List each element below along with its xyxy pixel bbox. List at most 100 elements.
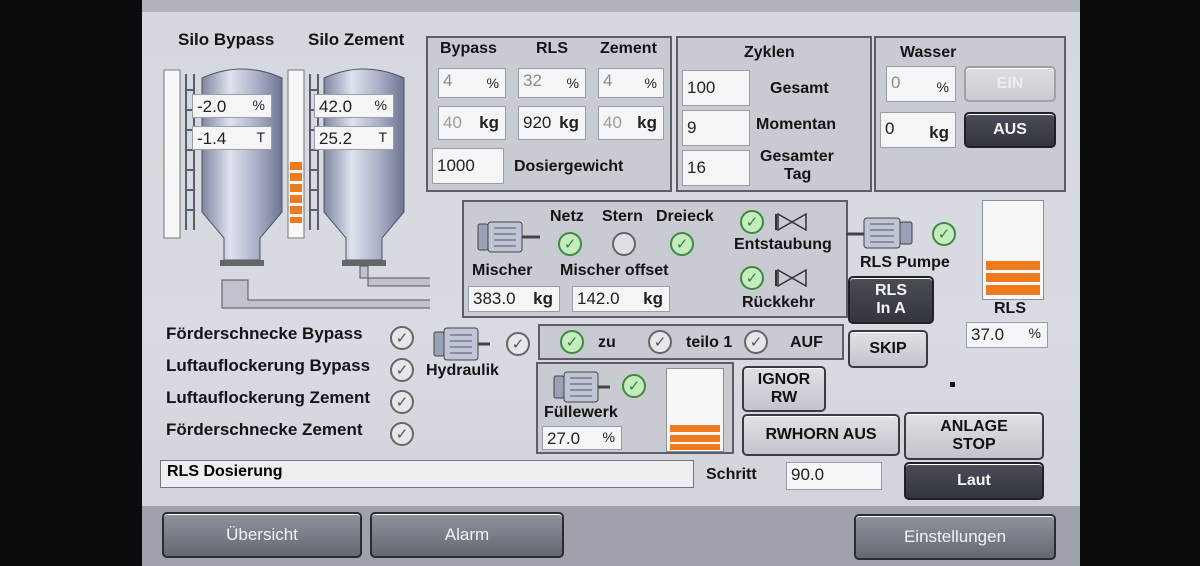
skip-button[interactable]: SKIP [848,330,928,368]
conveyor-check-icon-1: ✓ [390,358,414,382]
zyklen-momentan-value: 9 [682,110,750,146]
mischer-panel: Netz Stern Dreieck ✓ ✓ ✓ Entstaubung Mis… [462,200,848,318]
auf-check-icon: ✓ [744,330,768,354]
zyklen-panel: Zyklen 100 Gesamt 9 Momentan 16 Gesamter… [676,36,872,192]
dosing-header-bypass: Bypass [440,40,497,57]
zyklen-tag-label-2: Tag [784,166,812,183]
teilo-check-icon: ✓ [648,330,672,354]
wasser-ein-button[interactable]: EIN [964,66,1056,102]
conveyor-label-1: Luftauflockerung Bypass [166,356,371,375]
silo-zement-tons: 25.2 T [314,126,394,150]
rueckkehr-valve-icon [775,268,807,288]
conveyor-check-icon-2: ✓ [390,390,414,414]
dosiergewicht-label: Dosiergewicht [514,158,624,175]
rls-in-a-label-1: RLS [875,282,907,299]
zyklen-tag-value: 16 [682,150,750,186]
status-text: RLS Dosierung [160,460,694,488]
fuellwerk-label: Füllewerk [544,404,618,421]
indicator-dot [950,382,955,387]
bypass-percent-input[interactable]: 4% [438,68,506,98]
zyklen-gesamt-value: 100 [682,70,750,106]
fuellwerk-percent: 27.0% [542,426,622,450]
hmi-screen: Silo Bypass Silo Zement -2.0 % -1.4 T 42… [142,0,1080,566]
mischer-label: Mischer [472,262,533,279]
mischer-offset-weight: 142.0 kg [572,286,670,312]
conveyor-check-icon-3: ✓ [390,422,414,446]
wasser-aus-button[interactable]: AUS [964,112,1056,148]
rls-level-bar [982,200,1044,300]
conveyor-label-0: Förderschnecke Bypass [166,324,363,343]
netz-label: Netz [550,208,584,225]
rls-kg-readout: 920 kg [518,106,586,140]
dosiergewicht-input[interactable]: 1000 [432,148,504,184]
rls-percent: 37.0% [966,322,1048,348]
silo-zement-percent: 42.0% [314,94,394,118]
hydraulik-label: Hydraulik [426,362,499,379]
zyklen-tag-label-1: Gesamter [760,148,834,165]
entstaubung-check-icon: ✓ [740,210,764,234]
conveyor-check-icon-0: ✓ [390,326,414,350]
mischer-weight: 383.0 kg [468,286,560,312]
wasser-panel: Wasser 0% EIN 0 kg AUS [874,36,1066,192]
stern-label: Stern [602,208,643,225]
ignor-rw-button[interactable]: IGNOR RW [742,366,826,412]
wasser-title: Wasser [900,44,957,61]
nav-alarm-button[interactable]: Alarm [370,512,564,558]
mischer-motor-icon [477,221,540,253]
rueckkehr-check-icon: ✓ [740,266,764,290]
valve-panel: ✓ zu ✓ teilo 1 ✓ AUF [538,324,844,360]
mischer-offset-label: Mischer offset [560,262,669,279]
rueckkehr-label: Rückkehr [742,294,815,311]
fuellwerk-check-icon: ✓ [622,374,646,398]
rwhorn-aus-button[interactable]: RWHORN AUS [742,414,900,456]
entstaubung-valve-icon [775,212,807,232]
hydraulik-check-icon: ✓ [506,332,530,356]
dreieck-label: Dreieck [656,208,714,225]
dosing-header-rls: RLS [536,40,568,57]
dosing-panel: Bypass RLS Zement 4% 32% 4% 40 kg 920 kg 4… [426,36,672,192]
valve-zu-label: zu [598,334,616,351]
fuellwerk-level-bar [666,368,724,452]
zyklen-momentan-label: Momentan [756,116,836,133]
entstaubung-label: Entstaubung [734,236,832,253]
conveyor-label-3: Förderschnecke Zement [166,420,363,439]
conveyor-label-2: Luftauflockerung Zement [166,388,371,407]
stop-label: STOP [952,436,996,453]
schritt-value: 90.0 [786,462,882,490]
nav-einstellungen-button[interactable]: Einstellungen [854,514,1056,560]
stern-check-icon [612,232,636,256]
wasser-percent-input[interactable]: 0% [886,66,956,102]
zu-check-icon: ✓ [560,330,584,354]
valve-teilo-label: teilo 1 [686,334,733,351]
fuellwerk-motor-icon [553,371,610,403]
laut-button[interactable]: Laut [904,462,1044,500]
rls-pumpe-motor-icon [846,217,913,249]
anlage-stop-button[interactable]: ANLAGE STOP [904,412,1044,460]
zement-kg-readout: 40 kg [598,106,664,140]
silo-zement-title: Silo Zement [308,30,405,49]
rls-pumpe-label: RLS Pumpe [860,254,950,271]
nav-uebersicht-button[interactable]: Übersicht [162,512,362,558]
rls-percent-input[interactable]: 32% [518,68,586,98]
rw-label: RW [770,389,798,406]
dosing-header-zement: Zement [600,40,657,57]
hydraulik-motor-icon [433,327,490,361]
rls-pumpe-check-icon: ✓ [932,222,956,246]
fuellwerk-panel: ✓ Füllewerk 27.0% [536,362,734,454]
wasser-kg-input[interactable]: 0 kg [880,112,956,148]
zement-percent-input[interactable]: 4% [598,68,664,98]
netz-check-icon: ✓ [558,232,582,256]
ignor-label: IGNOR [757,371,811,388]
anlage-label: ANLAGE [940,418,1008,435]
silo-bypass-tons: -1.4 T [192,126,272,150]
zyklen-gesamt-label: Gesamt [770,80,829,97]
silo-zement-level-bar [288,160,304,224]
rls-tank-label: RLS [994,300,1026,317]
rls-in-a-button[interactable]: RLS In A [848,276,934,324]
valve-auf-label: AUF [790,334,823,351]
zyklen-title: Zyklen [744,44,795,61]
schritt-label: Schritt [706,466,757,483]
silo-bypass-title: Silo Bypass [178,30,275,49]
rls-in-a-label-2: In A [876,300,906,317]
dreieck-check-icon: ✓ [670,232,694,256]
